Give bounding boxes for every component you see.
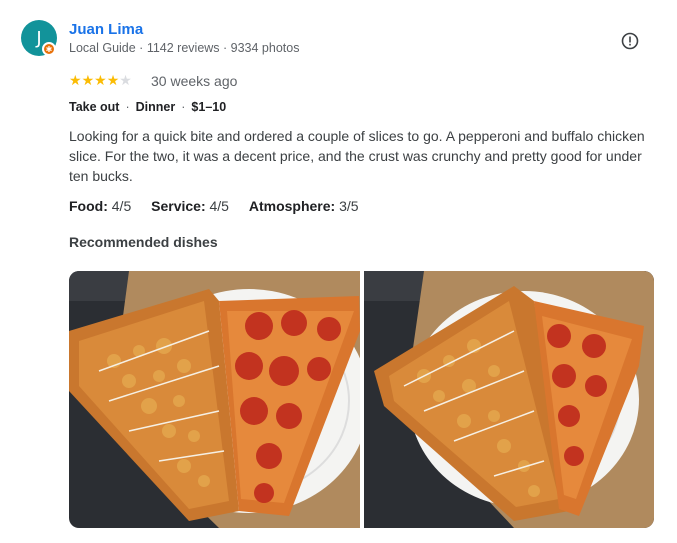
reviewer-name[interactable]: Juan Lima <box>69 21 143 38</box>
report-flag-icon[interactable] <box>621 32 639 50</box>
review-time: 30 weeks ago <box>151 73 238 89</box>
reviewer-meta: Local Guide · 1142 reviews · 9334 photos <box>69 41 300 55</box>
sub-ratings: Food: 4/5 Service: 4/5 Atmosphere: 3/5 <box>69 198 375 214</box>
review-text: Looking for a quick bite and ordered a c… <box>69 128 645 184</box>
rating-service: Service: 4/5 <box>151 198 229 214</box>
star-icon: ★ <box>81 72 95 88</box>
star-icon: ★ <box>119 72 132 88</box>
review-photo-2[interactable] <box>364 271 654 528</box>
tag-price: $1–10 <box>191 100 227 114</box>
star-icon: ★ <box>94 72 107 88</box>
avatar-initial: J <box>36 27 42 49</box>
star-rating: ★★★★★ <box>69 73 132 87</box>
review-tags: Take out · Dinner · $1–10 <box>69 100 227 114</box>
rating-atmosphere: Atmosphere: 3/5 <box>248 198 359 214</box>
recommended-dishes-heading: Recommended dishes <box>69 234 218 250</box>
star-icon: ★ <box>69 72 82 88</box>
tag-meal: Dinner <box>135 100 176 114</box>
local-guide-badge-icon: ✱ <box>42 42 56 56</box>
rating-food: Food: 4/5 <box>69 198 132 214</box>
review-photo-1[interactable] <box>69 271 360 528</box>
tag-take-out: Take out <box>69 100 120 114</box>
star-icon: ★ <box>106 72 120 88</box>
